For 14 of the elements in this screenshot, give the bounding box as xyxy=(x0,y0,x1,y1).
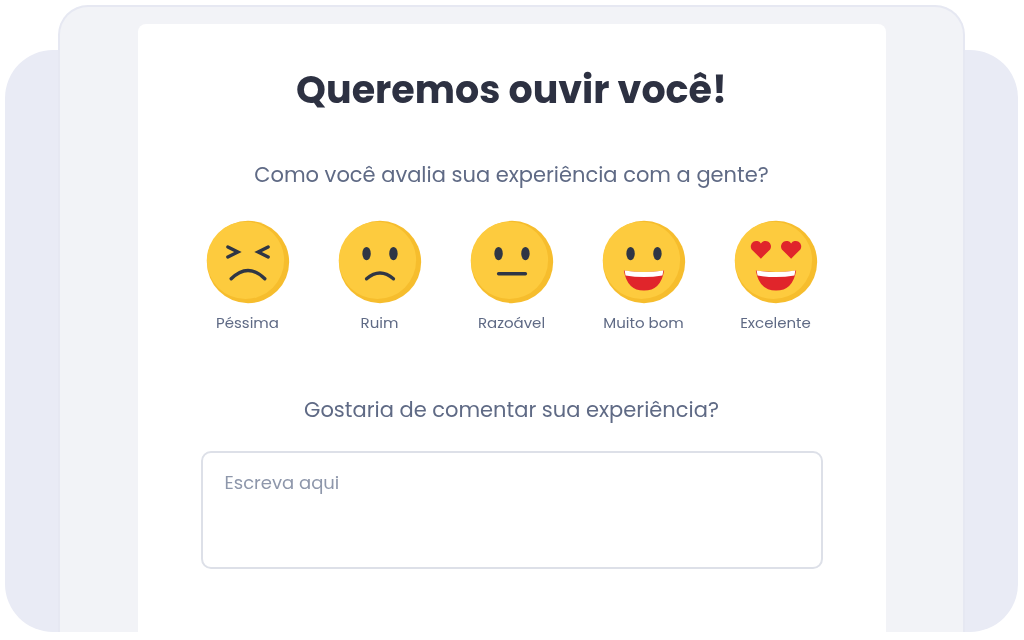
neutral-face-icon[interactable] xyxy=(469,220,554,304)
comment-question: Gostaria de comentar sua experiência? xyxy=(304,394,719,425)
sad-face-icon[interactable] xyxy=(337,220,422,304)
rating-label: Ruim xyxy=(360,312,399,335)
squinting-face-icon[interactable] xyxy=(205,220,290,304)
comment-field[interactable]: Escreva aqui xyxy=(200,450,823,569)
grinning-face-icon[interactable] xyxy=(601,220,686,304)
survey-title: Queremos ouvir você! xyxy=(296,66,727,114)
rating-label: Razoável xyxy=(477,312,546,335)
rating-label: Péssima xyxy=(216,312,279,335)
rating-label: Excelente xyxy=(740,312,811,335)
heart-eyes-face-icon[interactable] xyxy=(733,220,818,304)
rating-question: Como você avalia sua experiência com a gente? xyxy=(254,160,769,190)
rating-label: Muito bom xyxy=(603,312,684,335)
